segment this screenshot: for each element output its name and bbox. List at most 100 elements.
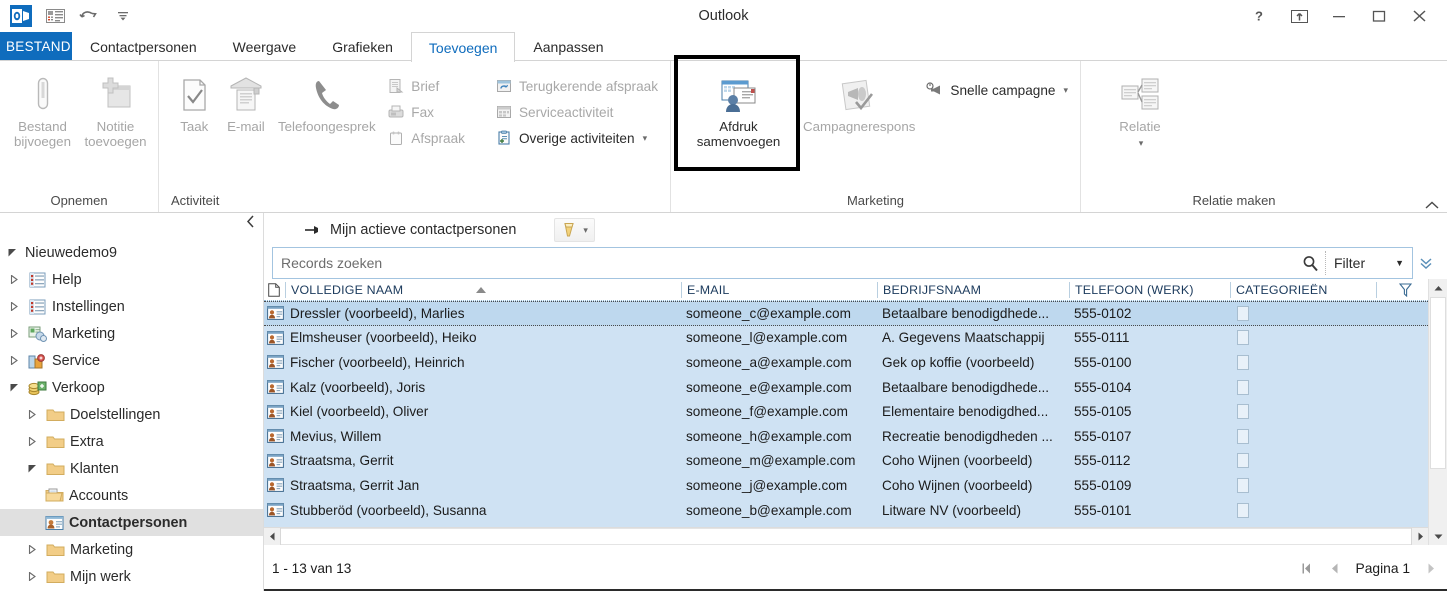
cell-volledige-naam[interactable]: Kiel (voorbeeld), Oliver — [285, 404, 681, 419]
cell-email[interactable]: someone_h@example.com — [681, 429, 877, 444]
table-row[interactable]: Dressler (voorbeeld), Marlies someone_c@e… — [264, 301, 1428, 326]
cell-bedrijfsnaam[interactable]: A. Gegevens Maatschappij — [877, 330, 1069, 345]
twisty-closed-icon[interactable] — [6, 275, 22, 284]
twisty-closed-icon[interactable] — [24, 410, 40, 419]
table-row[interactable]: Straatsma, Gerrit Jan someone_j@example.c… — [264, 473, 1428, 498]
scroll-down-button[interactable] — [1429, 527, 1447, 545]
category-box[interactable] — [1237, 502, 1249, 518]
button-afspraak[interactable]: Afspraak — [385, 125, 471, 151]
button-afdruk-samenvoegen[interactable]: Afdruk samenvoegen — [685, 67, 792, 149]
cell-categorieen[interactable] — [1230, 330, 1376, 346]
column-header-filter[interactable] — [1376, 281, 1428, 298]
scroll-up-button[interactable] — [1429, 279, 1447, 297]
column-header-record-icon[interactable] — [264, 282, 285, 298]
table-row[interactable]: Kalz (voorbeeld), Joris someone_e@example… — [264, 374, 1428, 400]
category-box[interactable] — [1237, 477, 1249, 493]
help-button[interactable]: ? — [1239, 1, 1279, 31]
tab-grafieken[interactable]: Grafieken — [314, 32, 411, 60]
cell-volledige-naam[interactable]: Dressler (voorbeeld), Marlies — [285, 306, 681, 321]
twisty-closed-icon[interactable] — [24, 545, 40, 554]
vertical-scrollbar[interactable] — [1428, 279, 1447, 545]
contact-card-icon[interactable] — [44, 5, 66, 27]
sidebar-item-contactpersonen[interactable]: Contactpersonen — [0, 509, 263, 536]
twisty-closed-icon[interactable] — [6, 356, 22, 365]
table-row[interactable]: Fischer (voorbeeld), Heinrich someone_a@e… — [264, 350, 1428, 375]
scroll-right-button[interactable] — [1411, 528, 1428, 545]
cell-categorieen[interactable] — [1230, 404, 1376, 420]
cell-bedrijfsnaam[interactable]: Betaalbare benodigdhede... — [877, 306, 1069, 321]
button-bestand-bijvoegen[interactable]: Bestand bijvoegen — [6, 67, 79, 149]
close-button[interactable] — [1399, 1, 1439, 31]
cell-telefoon-werk[interactable]: 555-0100 — [1069, 355, 1230, 370]
first-page-icon[interactable] — [1300, 562, 1313, 575]
cell-bedrijfsnaam[interactable]: Coho Wijnen (voorbeeld) — [877, 453, 1069, 468]
twisty-closed-icon[interactable] — [6, 302, 22, 311]
button-campagnerespons[interactable]: Campagnerespons — [796, 67, 922, 134]
cell-telefoon-werk[interactable]: 555-0102 — [1069, 306, 1230, 321]
button-relatie[interactable]: Relatie ▾ — [1095, 67, 1185, 151]
cell-categorieen[interactable] — [1230, 354, 1376, 370]
scroll-left-button[interactable] — [264, 528, 281, 545]
cell-telefoon-werk[interactable]: 555-0107 — [1069, 429, 1230, 444]
search-box[interactable]: Filter ▼ — [272, 247, 1413, 279]
cell-categorieen[interactable] — [1230, 502, 1376, 518]
twisty-closed-icon[interactable] — [24, 572, 40, 581]
collapse-ribbon-icon[interactable] — [1425, 201, 1439, 210]
chevron-down-icon[interactable]: ▾ — [643, 133, 648, 144]
cell-telefoon-werk[interactable]: 555-0101 — [1069, 503, 1230, 518]
cell-bedrijfsnaam[interactable]: Betaalbare benodigdhede... — [877, 380, 1069, 395]
undo-icon[interactable] — [78, 5, 100, 27]
cell-telefoon-werk[interactable]: 555-0112 — [1069, 453, 1230, 468]
button-notitie-toevoegen[interactable]: Notitie toevoegen — [79, 67, 152, 149]
previous-page-icon[interactable] — [1329, 562, 1340, 575]
button-snelle-campagne[interactable]: Snelle campagne ▾ — [924, 77, 1074, 103]
category-box[interactable] — [1237, 379, 1249, 395]
sidebar-item-marketing-folder[interactable]: Marketing — [0, 536, 263, 563]
cell-telefoon-werk[interactable]: 555-0105 — [1069, 404, 1230, 419]
cell-categorieen[interactable] — [1230, 379, 1376, 395]
table-row[interactable]: Mevius, Willem someone_h@example.com Recre… — [264, 423, 1428, 449]
twisty-open-icon[interactable] — [6, 383, 22, 392]
filter-funnel-icon[interactable] — [1398, 282, 1412, 297]
maximize-button[interactable] — [1359, 1, 1399, 31]
button-serviceactiviteit[interactable]: Serviceactiviteit — [493, 99, 664, 125]
cell-telefoon-werk[interactable]: 555-0104 — [1069, 380, 1230, 395]
column-header-telefoon-werk[interactable]: TELEFOON (WERK) — [1069, 281, 1230, 298]
horizontal-scrollbar[interactable] — [264, 527, 1428, 545]
category-box[interactable] — [1237, 330, 1249, 346]
chart-selector-button[interactable]: ▾ — [554, 218, 595, 242]
twisty-open-icon[interactable] — [24, 464, 40, 473]
cell-volledige-naam[interactable]: Fischer (voorbeeld), Heinrich — [285, 355, 681, 370]
sidebar-item-service[interactable]: Service — [0, 347, 263, 374]
cell-bedrijfsnaam[interactable]: Litware NV (voorbeeld) — [877, 503, 1069, 518]
sidebar-item-nieuwedemo9[interactable]: Nieuwedemo9 — [0, 239, 263, 266]
double-chevron-down-icon[interactable] — [1413, 247, 1439, 279]
cell-email[interactable]: someone_b@example.com — [681, 503, 877, 518]
collapse-navigation-pane-icon[interactable] — [246, 215, 255, 228]
tab-bestand[interactable]: BESTAND — [0, 32, 72, 60]
chevron-down-icon[interactable]: ▾ — [1139, 136, 1144, 151]
filter-dropdown[interactable]: Filter ▼ — [1326, 255, 1412, 271]
button-terugkerende-afspraak[interactable]: Terugkerende afspraak — [493, 73, 664, 99]
table-row[interactable]: Elmsheuser (voorbeeld), Heiko someone_l@e… — [264, 325, 1428, 351]
sidebar-item-klanten[interactable]: Klanten — [0, 455, 263, 482]
sidebar-item-help[interactable]: Help — [0, 266, 263, 293]
cell-categorieen[interactable] — [1230, 477, 1376, 493]
pin-icon[interactable] — [304, 223, 320, 237]
category-box[interactable] — [1237, 428, 1249, 444]
cell-volledige-naam[interactable]: Kalz (voorbeeld), Joris — [285, 380, 681, 395]
table-row[interactable]: Stubberöd (voorbeeld), Susanna someone_b@… — [264, 497, 1428, 523]
table-row[interactable]: Kiel (voorbeeld), Oliver someone_f@exampl… — [264, 399, 1428, 424]
tab-contactpersonen[interactable]: Contactpersonen — [72, 32, 215, 60]
sidebar-item-marketing[interactable]: Marketing — [0, 320, 263, 347]
twisty-closed-icon[interactable] — [24, 437, 40, 446]
cell-telefoon-werk[interactable]: 555-0111 — [1069, 330, 1230, 345]
chevron-down-icon[interactable]: ▾ — [1063, 85, 1068, 96]
next-page-icon[interactable] — [1426, 562, 1437, 575]
search-input[interactable] — [273, 255, 1295, 271]
button-taak[interactable]: Taak — [165, 67, 223, 134]
button-telefoongesprek[interactable]: Telefoongesprek — [268, 67, 385, 134]
minimize-button[interactable] — [1319, 1, 1359, 31]
current-view-name[interactable]: Mijn actieve contactpersonen — [330, 222, 516, 238]
cell-categorieen[interactable] — [1230, 428, 1376, 444]
